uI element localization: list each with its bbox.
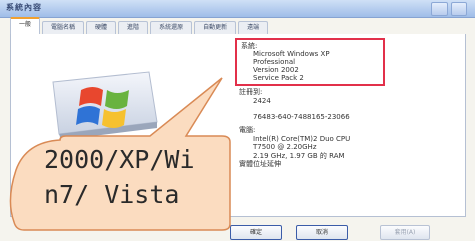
callout-text: 2000/XP/Wi n7/ Vista (44, 142, 234, 212)
close-button[interactable] (450, 2, 467, 16)
ok-button[interactable]: 確定 (230, 225, 282, 240)
callout-line-1: 2000/XP/Wi (44, 145, 195, 174)
os-version-line: Version 2002 (253, 66, 299, 74)
tab-strip: 一般 電腦名稱 硬體 進階 系統還原 自動更新 遠端 (10, 17, 465, 35)
tab-hardware[interactable]: 硬體 (86, 21, 117, 34)
dialog-footer: 確定 取消 套用(A) (0, 222, 475, 241)
service-pack-line: Service Pack 2 (253, 74, 304, 82)
tab-system-restore[interactable]: 系統還原 (150, 21, 193, 34)
cpu-ram: 2.19 GHz, 1.97 GB 的 RAM (253, 151, 345, 160)
cpu-speed: T7500 @ 2.20GHz (253, 143, 317, 151)
product-id: 76483-640-7488165-23066 (253, 113, 350, 121)
registered-blank (239, 105, 350, 113)
window-title: 系統內容 (6, 3, 42, 12)
computer-section: 電腦: Intel(R) Core(TM)2 Duo CPU T7500 @ 2… (239, 126, 350, 169)
registered-to-section: 註冊到: 2424 76483-640-7488165-23066 (239, 88, 350, 122)
system-info-highlight: 系統: Microsoft Windows XP Professional Ve… (235, 38, 385, 86)
registered-label: 註冊到: (239, 88, 263, 96)
tab-computer-name[interactable]: 電腦名稱 (42, 21, 85, 34)
tab-automatic-updates[interactable]: 自動更新 (194, 21, 237, 34)
cpu-model: Intel(R) Core(TM)2 Duo CPU (253, 134, 351, 143)
windows-xp-logo-icon (52, 71, 158, 140)
apply-button[interactable]: 套用(A) (380, 225, 430, 240)
tab-general[interactable]: 一般 (10, 17, 41, 34)
window-controls (431, 2, 467, 16)
computer-label: 電腦: (239, 126, 256, 134)
pae-label: 實體位址延伸 (239, 160, 281, 168)
help-button[interactable] (431, 2, 448, 16)
cancel-button[interactable]: 取消 (296, 225, 348, 240)
registered-owner: 2424 (253, 96, 271, 105)
tab-advanced[interactable]: 進階 (118, 21, 149, 34)
callout-line-2: n7/ Vista (44, 180, 180, 209)
tab-remote[interactable]: 遠端 (238, 21, 269, 34)
title-bar: 系統內容 (0, 0, 475, 18)
os-name-line: Microsoft Windows XP (253, 50, 330, 58)
system-label: 系統: (241, 42, 258, 50)
os-edition-line: Professional (253, 58, 296, 66)
